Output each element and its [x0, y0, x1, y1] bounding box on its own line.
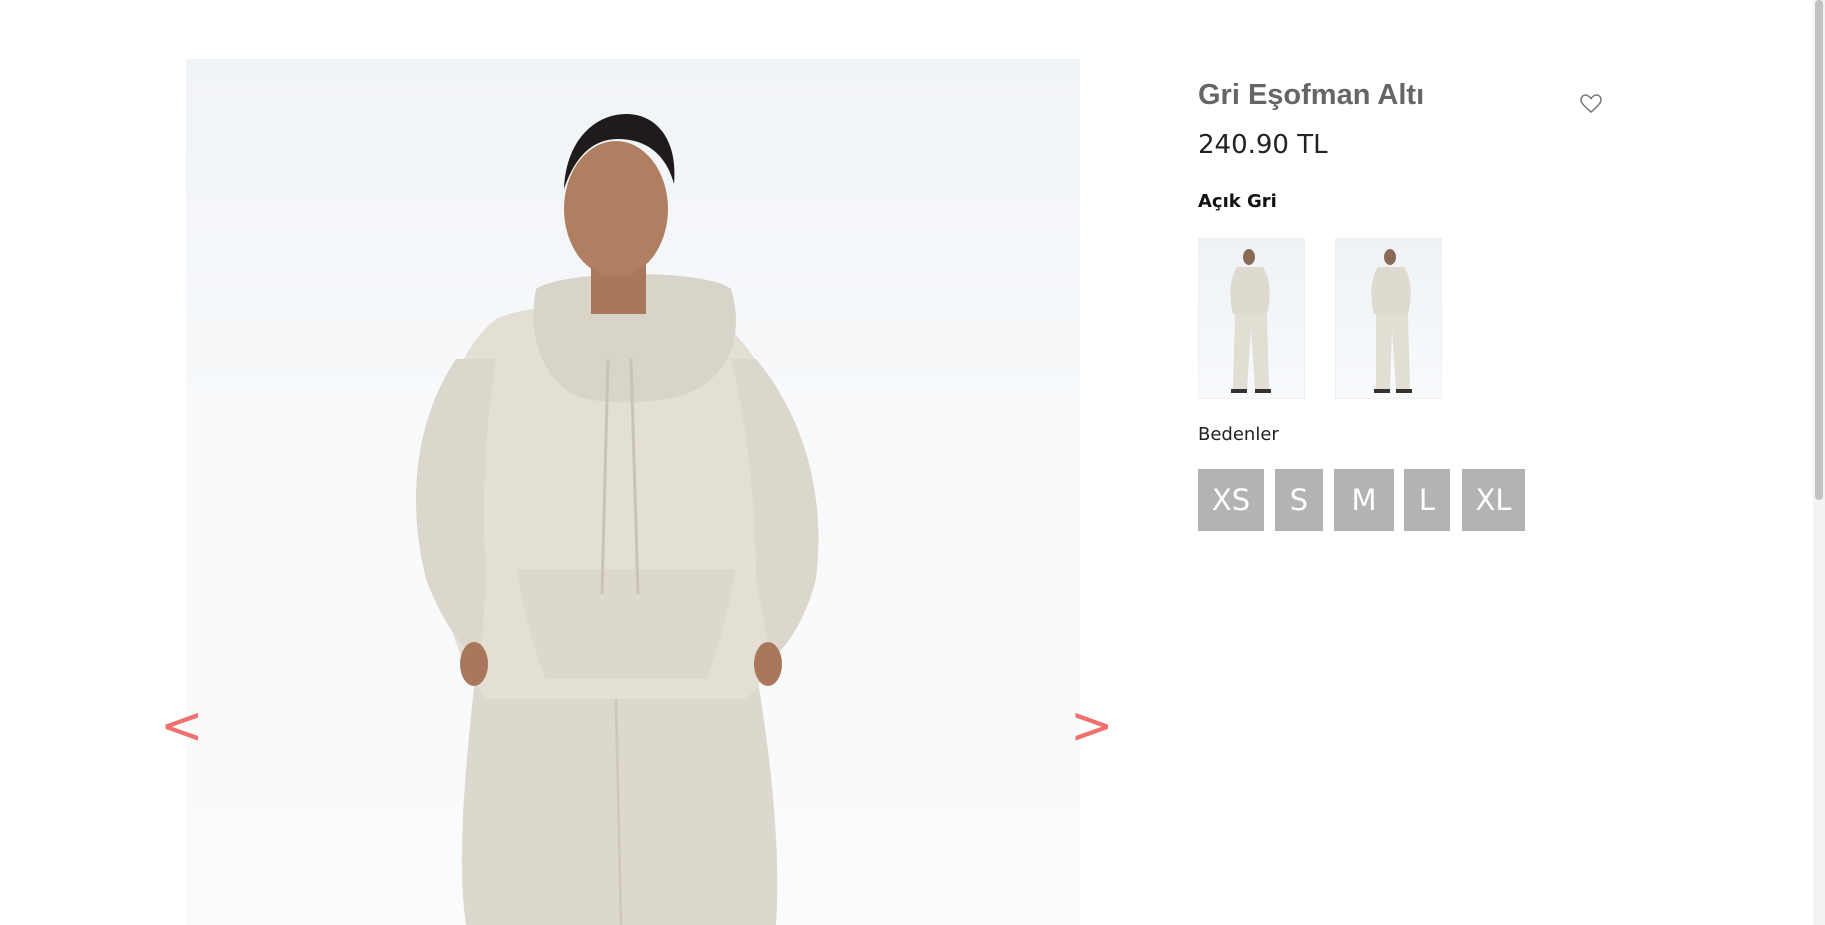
variant-photo	[1230, 249, 1271, 393]
size-option-l[interactable]: L	[1404, 469, 1450, 531]
product-info: Gri Eşofman Altı	[1198, 70, 1618, 120]
previous-image-button[interactable]: <	[160, 700, 204, 752]
sizes-label: Bedenler	[1198, 424, 1279, 445]
product-price: 240.90 TL	[1198, 130, 1328, 160]
size-option-xs[interactable]: XS	[1198, 469, 1264, 531]
product-main-image	[186, 59, 1080, 925]
scrollbar-thumb[interactable]	[1815, 0, 1823, 500]
variant-photo	[1371, 249, 1412, 393]
color-variant-thumbnail-2[interactable]	[1335, 238, 1442, 399]
color-variant-thumbnail-1[interactable]	[1198, 238, 1305, 399]
color-name: Açık Gri	[1198, 191, 1277, 212]
product-title: Gri Eşofman Altı	[1198, 79, 1425, 111]
vertical-scrollbar[interactable]	[1813, 0, 1825, 925]
favorite-button[interactable]	[1579, 92, 1603, 116]
size-option-m[interactable]: M	[1334, 469, 1394, 531]
size-option-xl[interactable]: XL	[1462, 469, 1525, 531]
next-image-button[interactable]: >	[1070, 700, 1114, 752]
model-photo	[416, 114, 819, 925]
heart-outline-icon	[1580, 94, 1602, 113]
size-option-s[interactable]: S	[1275, 469, 1323, 531]
